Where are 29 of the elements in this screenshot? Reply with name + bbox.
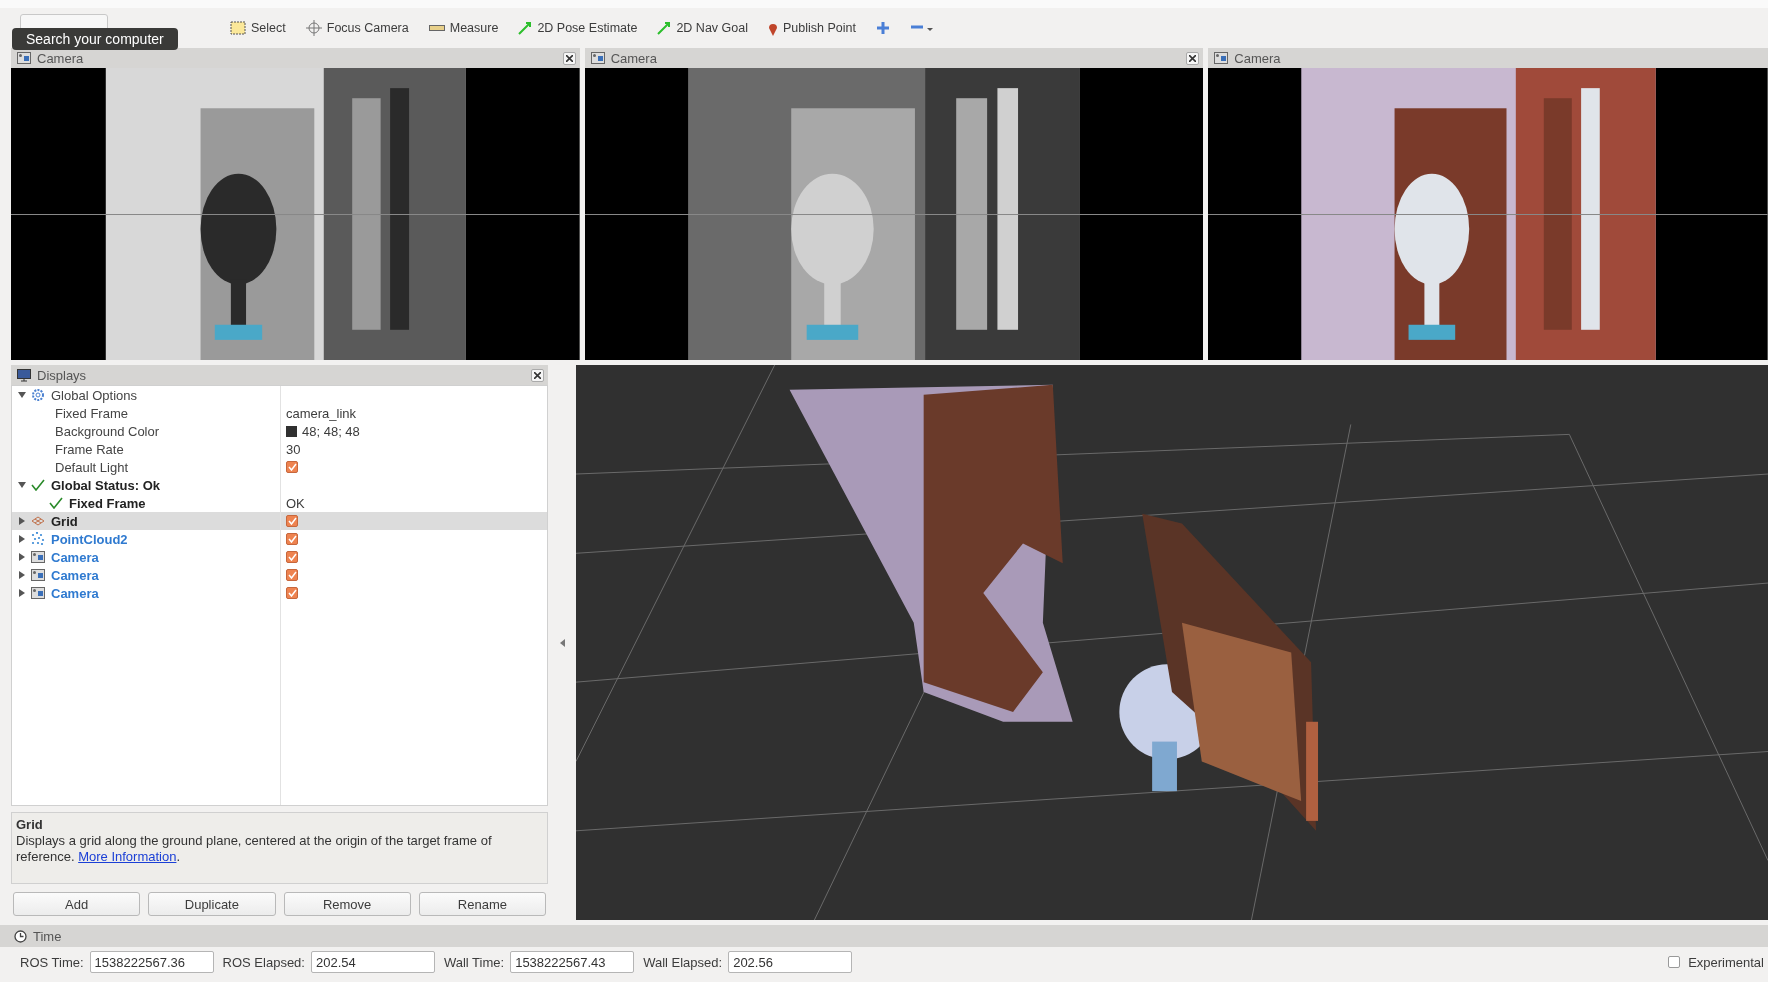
tree-label: Default Light bbox=[55, 459, 128, 475]
description-text: Displays a grid along the ground plane, centered at the origin of the target frame of reference. More Information. bbox=[16, 833, 493, 865]
checkbox-label: Experimental bbox=[1688, 954, 1764, 970]
panel-title: Camera bbox=[610, 50, 658, 66]
tree-label: Camera bbox=[51, 549, 99, 565]
tree-label: Global Status: Ok bbox=[51, 477, 161, 493]
panel-title: Displays bbox=[37, 367, 88, 383]
tree-label: Camera bbox=[51, 585, 99, 601]
tree-label: Global Options bbox=[51, 387, 137, 403]
field-label: ROS Time: bbox=[20, 954, 84, 970]
field-label: Wall Elapsed: bbox=[643, 954, 723, 970]
field-label: ROS Elapsed: bbox=[222, 954, 305, 970]
panel-title: Camera bbox=[37, 50, 85, 66]
tree-label: Background Color bbox=[55, 423, 160, 439]
tree-label: Fixed Frame bbox=[69, 495, 146, 511]
description-title: Grid bbox=[16, 817, 44, 833]
tree-label: Camera bbox=[51, 567, 99, 583]
panel-title: Time bbox=[33, 928, 63, 944]
tree-label: Fixed Frame bbox=[55, 405, 128, 421]
property-value: 30 bbox=[286, 441, 301, 457]
tree-label: Frame Rate bbox=[55, 441, 124, 457]
tree-label: Grid bbox=[51, 513, 78, 529]
tooltip: Search your computer bbox=[12, 28, 178, 50]
property-value: camera_link bbox=[286, 405, 357, 421]
property-value: OK bbox=[286, 495, 305, 511]
property-value: 48; 48; 48 bbox=[302, 423, 360, 439]
tree-label: PointCloud2 bbox=[51, 531, 128, 547]
field-label: Wall Time: bbox=[443, 954, 505, 970]
panel-title: Camera bbox=[1234, 50, 1282, 66]
